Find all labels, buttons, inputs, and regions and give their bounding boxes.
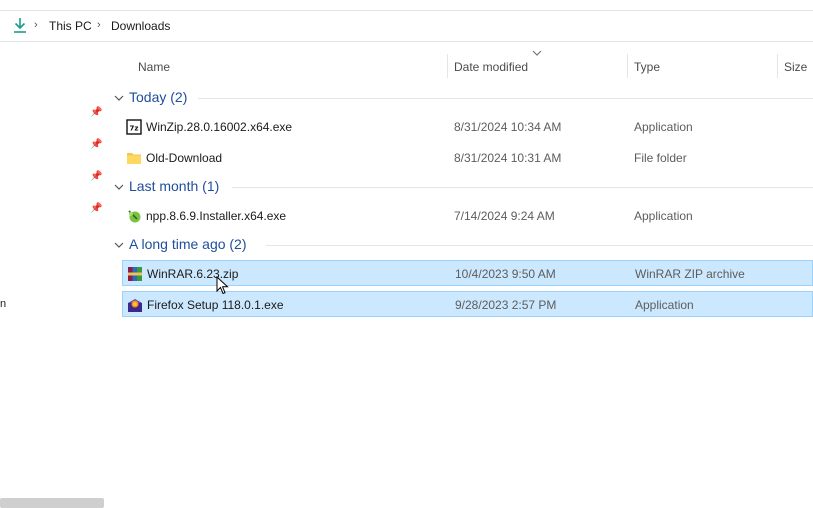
file-date: 8/31/2024 10:31 AM (454, 151, 562, 165)
breadcrumb-downloads[interactable]: Downloads (111, 19, 170, 33)
file-name: Firefox Setup 118.0.1.exe (147, 298, 284, 312)
download-arrow-icon (14, 18, 26, 33)
group-header-today[interactable]: Today (2) (114, 89, 813, 109)
winzip-icon: 7z (126, 119, 142, 135)
group-label: Today (2) (129, 89, 188, 105)
chevron-right-icon: › (97, 19, 101, 31)
horizontal-scrollbar-thumb[interactable] (0, 498, 104, 508)
address-bar[interactable]: › This PC › Downloads (0, 10, 813, 42)
file-name: WinZip.28.0.16002.x64.exe (146, 120, 293, 134)
chevron-down-icon (114, 242, 124, 248)
column-header-type[interactable]: Type (634, 60, 660, 74)
file-date: 8/31/2024 10:34 AM (454, 120, 562, 134)
nav-pane-text-fragment: n (0, 298, 7, 310)
group-divider (198, 98, 813, 99)
file-name: npp.8.6.9.Installer.x64.exe (146, 209, 287, 223)
column-separator[interactable] (627, 54, 628, 78)
group-label: Last month (1) (129, 178, 220, 194)
file-name: Old-Download (146, 151, 223, 165)
folder-icon (127, 153, 141, 164)
file-row[interactable]: 7z WinZip.28.0.16002.x64.exe 8/31/2024 1… (122, 114, 813, 140)
column-header-size[interactable]: Size (784, 60, 807, 74)
winrar-icon (128, 267, 142, 281)
file-type: Application (634, 120, 693, 134)
file-row[interactable]: Old-Download 8/31/2024 10:31 AM File fol… (122, 145, 813, 171)
sort-caret-icon (532, 50, 542, 56)
pin-icon: 📌 (90, 171, 103, 182)
pin-icon: 📌 (90, 203, 103, 214)
column-header-name[interactable]: Name (138, 60, 170, 74)
firefox-icon (128, 299, 142, 312)
svg-text:7z: 7z (130, 125, 139, 133)
file-type: Application (634, 209, 693, 223)
chevron-right-icon: › (34, 19, 38, 31)
mouse-pointer-icon (216, 276, 229, 295)
file-type: WinRAR ZIP archive (635, 267, 745, 281)
file-row[interactable]: npp.8.6.9.Installer.x64.exe 7/14/2024 9:… (122, 203, 813, 229)
file-date: 9/28/2023 2:57 PM (455, 298, 557, 312)
group-divider (266, 245, 813, 246)
group-header-a-long-time-ago[interactable]: A long time ago (2) (114, 236, 813, 256)
file-date: 7/14/2024 9:24 AM (454, 209, 555, 223)
chevron-down-icon (114, 95, 124, 101)
pin-icon: 📌 (90, 139, 103, 150)
group-header-last-month[interactable]: Last month (1) (114, 178, 813, 198)
file-type: Application (635, 298, 694, 312)
pin-icon: 📌 (90, 107, 103, 118)
group-label: A long time ago (2) (129, 236, 247, 252)
notepadpp-icon (128, 210, 141, 223)
breadcrumb-this-pc[interactable]: This PC (49, 19, 92, 33)
group-divider (232, 187, 813, 188)
chevron-down-icon (114, 184, 124, 190)
file-type: File folder (634, 151, 687, 165)
column-separator[interactable] (777, 54, 778, 78)
column-separator[interactable] (447, 54, 448, 78)
column-header-date-modified[interactable]: Date modified (454, 60, 528, 74)
file-date: 10/4/2023 9:50 AM (455, 267, 556, 281)
